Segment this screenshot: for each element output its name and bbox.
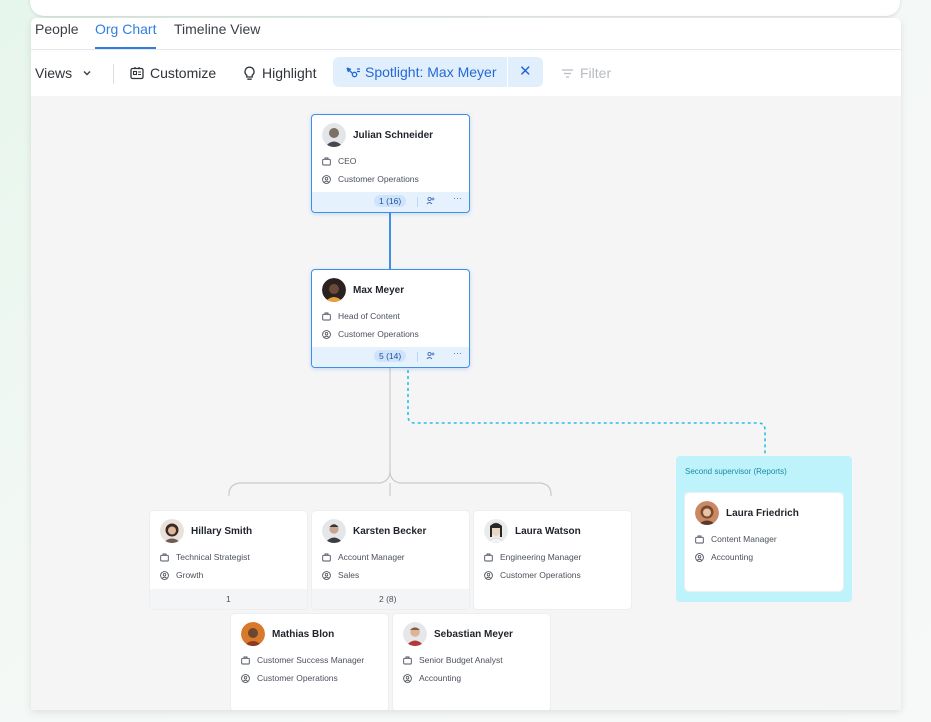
job-title: CEO <box>338 156 357 166</box>
user-circle-icon <box>322 174 331 184</box>
spotlight-chip[interactable]: Spotlight: Max Meyer ✕ <box>333 57 543 87</box>
avatar <box>322 519 346 543</box>
avatar <box>160 519 184 543</box>
tab-timeline-view[interactable]: Timeline View <box>174 22 260 49</box>
person-name: Laura Friedrich <box>726 507 799 519</box>
highlight-button[interactable]: Highlight <box>243 50 316 96</box>
avatar <box>322 278 346 302</box>
views-label: Views <box>35 65 73 81</box>
department: Customer Operations <box>500 570 581 580</box>
avatar <box>484 519 508 543</box>
org-chart-canvas[interactable]: Julian Schneider CEO Customer Operations… <box>31 96 901 710</box>
filter-icon <box>562 68 573 78</box>
user-circle-icon <box>484 570 493 580</box>
job-title: Engineering Manager <box>500 552 582 562</box>
spotlight-divider <box>507 57 508 87</box>
card-footer: 2 (8) <box>312 589 469 609</box>
avatar <box>241 622 265 646</box>
person-name: Sebastian Meyer <box>434 628 513 640</box>
lightbulb-icon <box>244 66 255 80</box>
close-icon[interactable]: ✕ <box>519 62 532 80</box>
person-card-laura-friedrich[interactable]: Laura Friedrich Content Manager Accounti… <box>685 493 843 591</box>
department: Growth <box>176 570 204 580</box>
person-name: Karsten Becker <box>353 525 427 537</box>
person-name: Julian Schneider <box>353 129 434 141</box>
user-circle-icon <box>695 552 704 562</box>
second-supervisor-group: Second supervisor (Reports) Laura Friedr… <box>676 456 852 602</box>
id-card-icon <box>130 67 144 80</box>
user-circle-icon <box>322 570 331 580</box>
card-footer: 5 (14) ··· <box>312 347 469 367</box>
department: Customer Operations <box>257 673 338 683</box>
briefcase-icon <box>484 553 493 561</box>
user-circle-icon <box>322 329 331 339</box>
tab-people[interactable]: People <box>35 22 79 49</box>
job-title: Technical Strategist <box>176 552 250 562</box>
spotlight-icon <box>346 67 360 78</box>
briefcase-icon <box>322 553 331 561</box>
job-title: Head of Content <box>338 311 400 321</box>
chevron-down-icon <box>83 71 91 76</box>
footer-divider <box>417 352 418 362</box>
briefcase-icon <box>403 656 412 664</box>
org-chart-panel: People Org Chart Timeline View Views Cus… <box>31 18 901 710</box>
report-count-badge[interactable]: 2 (8) <box>374 593 401 605</box>
avatar <box>322 123 346 147</box>
person-card-hillary-smith[interactable]: Hillary Smith Technical Strategist Growt… <box>150 511 307 609</box>
person-name: Max Meyer <box>353 284 405 296</box>
department: Accounting <box>711 552 754 562</box>
avatar <box>403 622 427 646</box>
person-name: Laura Watson <box>515 525 581 537</box>
briefcase-icon <box>322 312 331 320</box>
avatar <box>695 501 719 525</box>
more-icon[interactable]: ··· <box>453 193 462 203</box>
customize-button[interactable]: Customize <box>130 50 216 96</box>
toolbar-divider <box>113 64 114 84</box>
report-count-badge[interactable]: 1 (16) <box>374 195 407 207</box>
person-card-sebastian-meyer[interactable]: Sebastian Meyer Senior Budget Analyst Ac… <box>393 614 550 710</box>
briefcase-icon <box>160 553 169 561</box>
view-tabs: People Org Chart Timeline View <box>31 18 901 50</box>
department: Customer Operations <box>338 329 419 339</box>
department: Customer Operations <box>338 174 419 184</box>
person-card-karsten-becker[interactable]: Karsten Becker Account Manager Sales 2 (… <box>312 511 469 609</box>
card-footer: 1 <box>150 589 307 609</box>
user-circle-icon <box>241 673 250 683</box>
card-footer: 1 (16) ··· <box>312 192 469 212</box>
views-dropdown[interactable]: Views <box>35 50 98 96</box>
job-title: Content Manager <box>711 534 777 544</box>
briefcase-icon <box>241 656 250 664</box>
filter-button[interactable]: Filter <box>561 50 611 96</box>
briefcase-icon <box>695 535 704 543</box>
footer-divider <box>417 197 418 207</box>
tab-org-chart[interactable]: Org Chart <box>95 22 157 49</box>
job-title: Account Manager <box>338 552 405 562</box>
person-name: Hillary Smith <box>191 525 253 537</box>
toolbar: Views Customize Highlight Spotlight: Max… <box>31 50 901 96</box>
person-card-max-meyer[interactable]: Max Meyer Head of Content Customer Opera… <box>311 269 470 368</box>
department: Accounting <box>419 673 462 683</box>
person-card-julian-schneider[interactable]: Julian Schneider CEO Customer Operations… <box>311 114 470 213</box>
report-count-badge[interactable]: 1 <box>221 593 236 605</box>
report-count-badge[interactable]: 5 (14) <box>374 350 407 362</box>
department: Sales <box>338 570 360 580</box>
second-supervisor-title: Second supervisor (Reports) <box>685 467 787 476</box>
search-bar-remnant <box>30 0 900 16</box>
highlight-label: Highlight <box>262 65 317 81</box>
add-person-icon[interactable] <box>426 351 435 362</box>
job-title: Senior Budget Analyst <box>419 655 503 665</box>
user-circle-icon <box>160 570 169 580</box>
person-card-laura-watson[interactable]: Laura Watson Engineering Manager Custome… <box>474 511 631 609</box>
add-person-icon[interactable] <box>426 196 435 207</box>
user-circle-icon <box>403 673 412 683</box>
more-icon[interactable]: ··· <box>453 348 462 358</box>
customize-label: Customize <box>150 65 217 81</box>
filter-label: Filter <box>580 65 612 81</box>
person-name: Mathias Blon <box>272 628 335 640</box>
briefcase-icon <box>322 157 331 165</box>
person-card-mathias-blon[interactable]: Mathias Blon Customer Success Manager Cu… <box>231 614 388 710</box>
job-title: Customer Success Manager <box>257 655 365 665</box>
spotlight-label: Spotlight: Max Meyer <box>365 64 497 80</box>
